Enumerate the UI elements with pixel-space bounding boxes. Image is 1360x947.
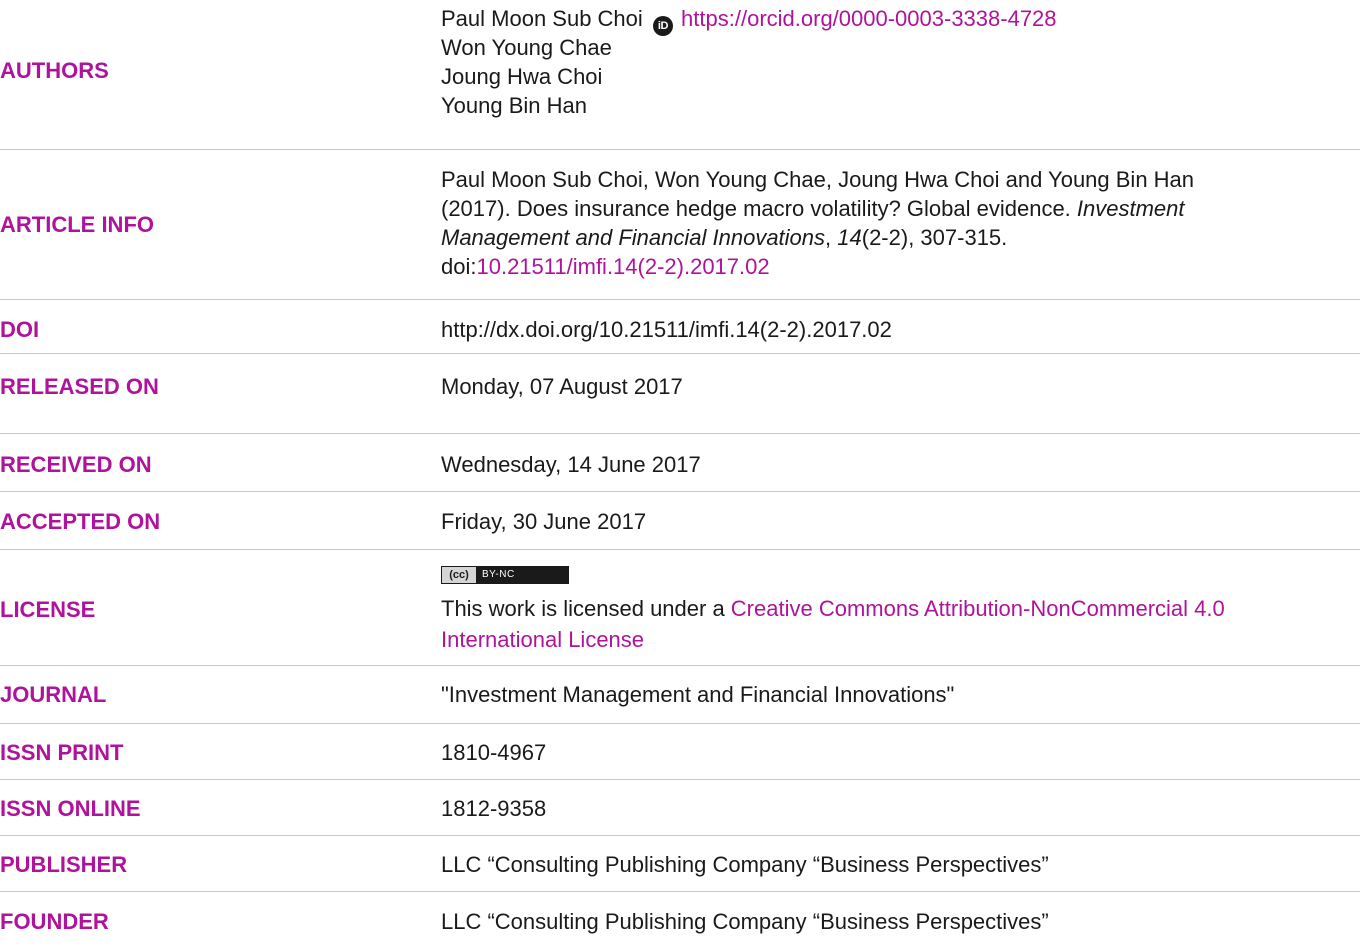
author-item[interactable]: Won Young Chae: [441, 33, 1360, 62]
doi-value[interactable]: http://dx.doi.org/10.21511/imfi.14(2-2).…: [441, 317, 1360, 343]
orcid-icon[interactable]: iD: [652, 16, 673, 36]
citation-journal-cont: Management and Financial Innovations: [441, 225, 826, 250]
citation-doi-link[interactable]: 10.21511/imfi.14(2-2).2017.02: [476, 254, 769, 279]
citation-sep: ,: [825, 225, 838, 250]
author-item: Paul Moon Sub Choi iD https://orcid.org/…: [441, 4, 1360, 36]
received-on-value: Wednesday, 14 June 2017: [441, 452, 701, 477]
row-journal: JOURNAL "Investment Management and Finan…: [0, 666, 1360, 724]
row-doi: DOI http://dx.doi.org/10.21511/imfi.14(2…: [0, 300, 1360, 354]
row-issn-print: ISSN PRINT 1810-4967: [0, 724, 1360, 780]
article-info-citation: Paul Moon Sub Choi, Won Young Chae, Joun…: [441, 165, 1360, 281]
license-label: LICENSE: [0, 597, 96, 622]
citation-volume: 14: [837, 225, 862, 250]
received-on-label: RECEIVED ON: [0, 452, 152, 477]
doi-label: DOI: [0, 317, 40, 342]
issn-print-value: 1810-4967: [441, 740, 547, 765]
row-accepted-on: ACCEPTED ON Friday, 30 June 2017: [0, 492, 1360, 550]
author-item[interactable]: Young Bin Han: [441, 91, 1360, 120]
author-item[interactable]: Joung Hwa Choi: [441, 62, 1360, 91]
citation-line: Management and Financial Innovations, 14…: [441, 223, 1360, 252]
publisher-value: LLC “Consulting Publishing Company “Busi…: [441, 852, 1049, 877]
publisher-label: PUBLISHER: [0, 852, 128, 877]
citation-pages: (2-2), 307-315.: [861, 225, 1008, 250]
row-license: LICENSE (cc) BY-NC This work is licensed…: [0, 550, 1360, 666]
license-link-cont[interactable]: International License: [441, 627, 644, 652]
cc-license-badge-icon[interactable]: (cc) BY-NC: [441, 566, 569, 584]
citation-title: (2017). Does insurance hedge macro volat…: [441, 196, 1077, 221]
row-authors: AUTHORS Paul Moon Sub Choi iD https://or…: [0, 0, 1360, 150]
journal-value: "Investment Management and Financial Inn…: [441, 682, 955, 707]
citation-journal: Investment: [1076, 196, 1185, 221]
released-on-value: Monday, 07 August 2017: [441, 374, 683, 399]
row-publisher: PUBLISHER LLC “Consulting Publishing Com…: [0, 836, 1360, 892]
founder-value: LLC “Consulting Publishing Company “Busi…: [441, 909, 1049, 934]
citation-line: doi:10.21511/imfi.14(2-2).2017.02: [441, 252, 1360, 281]
license-text-line: This work is licensed under a Creative C…: [441, 596, 1360, 627]
row-issn-online: ISSN ONLINE 1812-9358: [0, 780, 1360, 836]
accepted-on-value: Friday, 30 June 2017: [441, 509, 647, 534]
issn-print-label: ISSN PRINT: [0, 740, 124, 765]
authors-list: Paul Moon Sub Choi iD https://orcid.org/…: [441, 4, 1360, 120]
license-text-prefix: This work is licensed under a: [441, 596, 731, 621]
license-value: (cc) BY-NC This work is licensed under a…: [441, 564, 1360, 656]
row-article-info: ARTICLE INFO Paul Moon Sub Choi, Won You…: [0, 150, 1360, 300]
cc-badge-mark: (cc): [442, 567, 476, 583]
issn-online-label: ISSN ONLINE: [0, 796, 141, 821]
author-name[interactable]: Paul Moon Sub Choi: [441, 6, 643, 31]
orcid-link[interactable]: https://orcid.org/0000-0003-3338-4728: [681, 6, 1056, 31]
authors-label: AUTHORS: [0, 58, 109, 83]
cc-badge-type: BY-NC: [482, 569, 515, 580]
article-info-label: ARTICLE INFO: [0, 212, 154, 237]
journal-label: JOURNAL: [0, 682, 107, 707]
license-link[interactable]: Creative Commons Attribution-NonCommerci…: [731, 596, 1225, 621]
row-released-on: RELEASED ON Monday, 07 August 2017: [0, 354, 1360, 434]
accepted-on-label: ACCEPTED ON: [0, 509, 161, 534]
founder-label: FOUNDER: [0, 909, 109, 934]
citation-line: (2017). Does insurance hedge macro volat…: [441, 194, 1360, 223]
row-founder: FOUNDER LLC “Consulting Publishing Compa…: [0, 892, 1360, 947]
issn-online-value: 1812-9358: [441, 796, 547, 821]
row-received-on: RECEIVED ON Wednesday, 14 June 2017: [0, 434, 1360, 492]
citation-line: Paul Moon Sub Choi, Won Young Chae, Joun…: [441, 167, 1195, 192]
doi-prefix: doi:: [441, 254, 477, 279]
released-on-label: RELEASED ON: [0, 374, 159, 399]
license-text-line: International License: [441, 627, 1360, 656]
